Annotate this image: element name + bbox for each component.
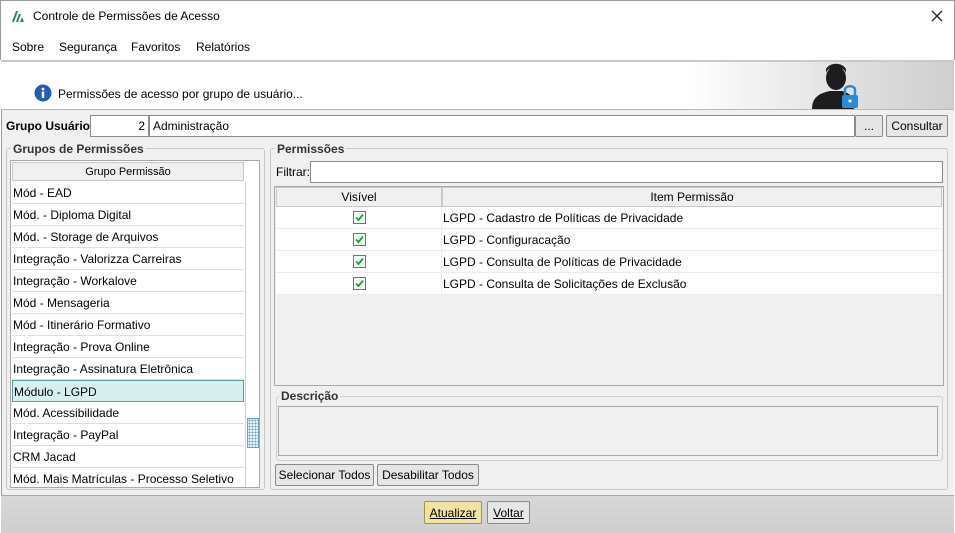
menu-seguranca[interactable]: Segurança (59, 40, 117, 54)
atualizar-button[interactable]: Atualizar (424, 501, 482, 524)
consultar-button[interactable]: Consultar (886, 115, 948, 137)
filtrar-input[interactable] (310, 161, 943, 183)
grupos-permissoes-legend: Grupos de Permissões (11, 142, 146, 156)
visible-checkbox[interactable] (353, 233, 366, 246)
app-logo-icon (12, 11, 24, 22)
list-item[interactable]: Mód. - Storage de Arquivos (12, 226, 244, 248)
item-permissao-cell: LGPD - Cadastro de Políticas de Privacid… (443, 211, 684, 225)
list-item[interactable]: Mód - Mensageria (12, 292, 244, 314)
grupo-usuario-name-field[interactable]: Administração (149, 115, 855, 137)
column-divider (441, 207, 442, 229)
grupos-permissoes-list: Grupo Permissão Mód - EAD Mód. - Diploma … (10, 160, 260, 488)
user-lock-icon (812, 63, 858, 109)
menu-relatorios[interactable]: Relatórios (196, 40, 250, 54)
filtrar-label: Filtrar: (276, 165, 310, 179)
checkmark-icon (355, 279, 364, 288)
window-title: Controle de Permissões de Acesso (33, 9, 220, 23)
list-scrollbar[interactable] (245, 182, 259, 487)
list-item[interactable]: Integração - Valorizza Carreiras (12, 248, 244, 270)
column-divider (441, 273, 442, 295)
menu-sobre[interactable]: Sobre (12, 40, 44, 54)
visible-checkbox[interactable] (353, 211, 366, 224)
item-permissao-column-header[interactable]: Item Permissão (442, 187, 942, 207)
table-row[interactable]: LGPD - Consulta de Solicitações de Exclu… (276, 273, 942, 295)
grupo-usuario-label: Grupo Usuário: (6, 119, 95, 133)
voltar-button[interactable]: Voltar (487, 501, 530, 524)
column-divider (441, 251, 442, 273)
descricao-field[interactable] (278, 406, 938, 456)
voltar-label: Voltar (493, 505, 524, 520)
visivel-column-header[interactable]: Visível (276, 187, 442, 207)
desabilitar-todos-button[interactable]: Desabilitar Todos (377, 464, 479, 486)
list-item[interactable]: Módulo - LGPD (12, 380, 244, 402)
checkmark-icon (355, 257, 364, 266)
table-row[interactable]: LGPD - Cadastro de Políticas de Privacid… (276, 207, 942, 229)
info-icon (34, 84, 52, 102)
close-button[interactable] (926, 6, 948, 26)
close-icon (931, 10, 943, 22)
descricao-legend: Descrição (279, 389, 341, 403)
item-permissao-cell: LGPD - Consulta de Solicitações de Exclu… (443, 277, 687, 291)
list-item[interactable]: Integração - Prova Online (12, 336, 244, 358)
list-item[interactable]: Integração - Workalove (12, 270, 244, 292)
table-row[interactable]: LGPD - Configuracação (276, 229, 942, 251)
list-item[interactable]: CRM Jacad (12, 446, 244, 468)
item-permissao-cell: LGPD - Consulta de Políticas de Privacid… (443, 255, 682, 269)
browse-button[interactable]: ... (855, 115, 883, 137)
list-item[interactable]: Integração - Assinatura Eletrônica (12, 358, 244, 380)
menu-bar: Sobre Segurança Favoritos Relatórios (0, 33, 955, 60)
list-item[interactable]: Mód - Itinerário Formativo (12, 314, 244, 336)
selecionar-todos-button[interactable]: Selecionar Todos (275, 464, 374, 486)
grupo-usuario-code-field[interactable]: 2 (90, 115, 149, 137)
atualizar-label: Atualizar (429, 505, 477, 520)
checkmark-icon (355, 213, 364, 222)
list-item[interactable]: Mód. Acessibilidade (12, 402, 244, 424)
list-item[interactable]: Mód. Mais Matrículas - Processo Seletivo (12, 468, 244, 487)
grupo-permissao-column-header[interactable]: Grupo Permissão (12, 162, 244, 181)
permissoes-grid: Visível Item Permissão LGPD - Cadastro d… (274, 186, 944, 386)
permissoes-legend: Permissões (275, 142, 347, 156)
menu-favoritos[interactable]: Favoritos (131, 40, 180, 54)
table-row[interactable]: LGPD - Consulta de Políticas de Privacid… (276, 251, 942, 273)
visible-checkbox[interactable] (353, 277, 366, 290)
checkmark-icon (355, 235, 364, 244)
item-permissao-cell: LGPD - Configuracação (443, 233, 571, 247)
visible-checkbox[interactable] (353, 255, 366, 268)
banner-text: Permissões de acesso por grupo de usuári… (58, 87, 303, 101)
list-item[interactable]: Mód. - Diploma Digital (12, 204, 244, 226)
list-item[interactable]: Integração - PayPal (12, 424, 244, 446)
list-item[interactable]: Mód - EAD (12, 182, 244, 204)
column-divider (441, 229, 442, 251)
scrollbar-thumb[interactable] (247, 418, 259, 448)
